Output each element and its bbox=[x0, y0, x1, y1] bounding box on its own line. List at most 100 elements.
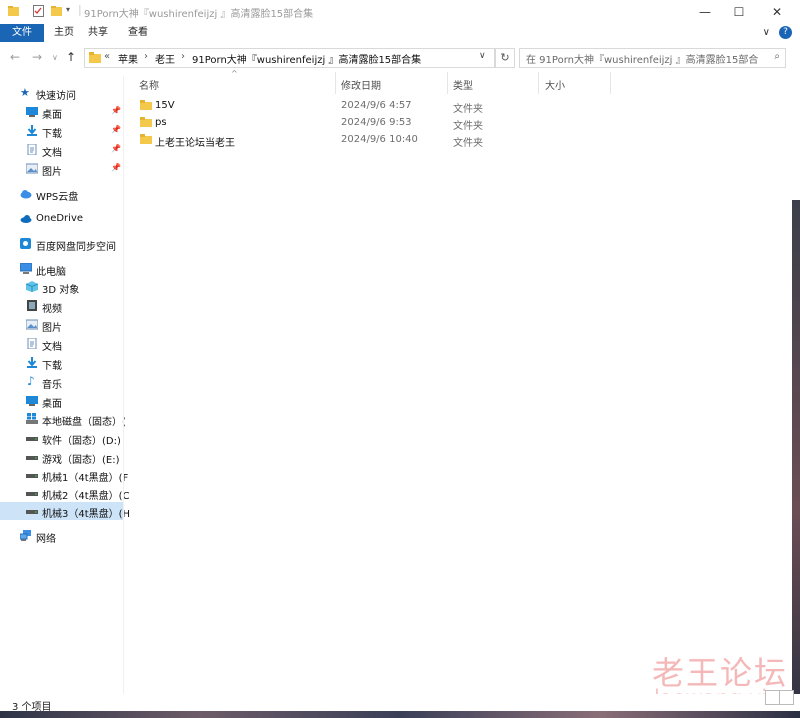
breadcrumb-item[interactable]: 苹果 bbox=[118, 51, 138, 66]
expand-ribbon-icon[interactable]: ∨ bbox=[763, 27, 770, 38]
pin-icon: 📌 bbox=[111, 125, 121, 134]
column-header-size[interactable]: 大小 bbox=[545, 77, 565, 92]
sidebar-item-drive-f[interactable]: 机械1（4t黑盘）(F bbox=[0, 466, 128, 484]
sidebar-item-onedrive[interactable]: OneDrive bbox=[0, 210, 123, 228]
file-row[interactable]: 上老王论坛当老王 2024/9/6 10:40 文件夹 bbox=[134, 131, 534, 149]
sidebar-item-pictures[interactable]: 图片 📌 bbox=[0, 160, 123, 178]
drive-icon bbox=[26, 456, 38, 460]
large-icons-view-button[interactable] bbox=[779, 690, 794, 705]
breadcrumb-overflow[interactable]: « bbox=[104, 51, 110, 62]
download-icon bbox=[27, 125, 37, 136]
sidebar-item-drive-c[interactable]: 本地磁盘（固态）( bbox=[0, 410, 126, 428]
tab-home[interactable]: 主页 bbox=[48, 24, 80, 42]
sidebar-item-label: 下载 bbox=[42, 361, 62, 372]
column-divider[interactable] bbox=[538, 72, 539, 94]
breadcrumb-separator[interactable]: › bbox=[144, 51, 148, 62]
sidebar-item-videos[interactable]: 视频 bbox=[0, 297, 123, 315]
sidebar-item-wps-cloud[interactable]: WPS云盘 bbox=[0, 185, 123, 203]
forward-button[interactable]: → bbox=[32, 50, 42, 64]
breadcrumb-current[interactable]: 91Porn大神『wushirenfeijzj 』高清露脸15部合集 bbox=[192, 51, 462, 66]
back-button[interactable]: ← bbox=[10, 50, 20, 64]
download-icon bbox=[27, 357, 37, 368]
star-icon: ★ bbox=[20, 86, 30, 99]
desktop-background-edge bbox=[792, 200, 800, 718]
document-icon bbox=[27, 338, 37, 349]
column-header-type[interactable]: 类型 bbox=[453, 77, 473, 92]
column-divider[interactable] bbox=[610, 72, 611, 94]
folder-icon bbox=[140, 134, 152, 144]
sidebar-item-baidu-sync[interactable]: 百度网盘同步空间 bbox=[0, 235, 123, 253]
column-header-name[interactable]: 名称 bbox=[139, 77, 159, 92]
file-row[interactable]: ps 2024/9/6 9:53 文件夹 bbox=[134, 114, 534, 132]
drive-icon bbox=[26, 474, 38, 478]
sidebar-item-pc-downloads[interactable]: 下载 bbox=[0, 354, 123, 372]
sidebar-item-drive-d[interactable]: 软件（固态）(D:) bbox=[0, 429, 123, 447]
new-folder-icon[interactable] bbox=[50, 4, 63, 18]
folder-icon bbox=[8, 6, 19, 16]
sidebar-item-pc-desktop[interactable]: 桌面 bbox=[0, 392, 123, 410]
up-button[interactable]: ↑ bbox=[66, 50, 76, 64]
sidebar-item-downloads[interactable]: 下载 📌 bbox=[0, 122, 123, 140]
network-icon bbox=[20, 530, 31, 541]
properties-icon[interactable] bbox=[32, 4, 45, 18]
title-bar: ▾ | 91Porn大神『wushirenfeijzj 』高清露脸15部合集 —… bbox=[0, 0, 800, 24]
sidebar-item-documents[interactable]: 文档 📌 bbox=[0, 141, 123, 159]
sidebar-item-quick-access[interactable]: ★ 快速访问 bbox=[0, 84, 123, 102]
column-divider[interactable] bbox=[335, 72, 336, 94]
column-divider[interactable] bbox=[447, 72, 448, 94]
file-modified: 2024/9/6 10:40 bbox=[341, 134, 418, 145]
details-view-button[interactable] bbox=[765, 690, 780, 705]
onedrive-icon bbox=[20, 215, 32, 223]
drive-icon bbox=[26, 437, 38, 441]
breadcrumb-item[interactable]: 老王 bbox=[155, 51, 175, 66]
pane-divider[interactable] bbox=[123, 76, 124, 696]
maximize-button[interactable]: ☐ bbox=[722, 0, 756, 24]
sidebar-item-drive-e[interactable]: 游戏（固态）(E:) bbox=[0, 448, 123, 466]
drive-icon bbox=[26, 492, 38, 496]
quick-access-toolbar-dropdown[interactable]: ▾ bbox=[66, 5, 70, 14]
ribbon-tabs: 文件 主页 共享 查看 ∨ ? bbox=[0, 24, 800, 43]
sidebar-item-label: 机械3（4t黑盘）(H bbox=[42, 509, 131, 520]
sidebar-item-label: 快速访问 bbox=[36, 91, 76, 102]
sidebar-item-3d-objects[interactable]: 3D 对象 bbox=[0, 278, 123, 296]
recent-locations-dropdown[interactable]: ∨ bbox=[52, 53, 58, 62]
file-modified: 2024/9/6 9:53 bbox=[341, 117, 412, 128]
search-icon[interactable]: ⌕ bbox=[774, 51, 780, 62]
tab-share[interactable]: 共享 bbox=[82, 24, 114, 42]
file-name: ps bbox=[155, 117, 167, 128]
pin-icon: 📌 bbox=[111, 163, 121, 172]
sidebar-item-label: WPS云盘 bbox=[36, 192, 79, 203]
cube-icon bbox=[26, 281, 38, 292]
sidebar-item-label: 下载 bbox=[42, 129, 62, 140]
search-input[interactable]: 在 91Porn大神『wushirenfeijzj 』高清露脸15部合集 中搜索… bbox=[519, 48, 786, 68]
refresh-button[interactable]: ↻ bbox=[495, 48, 515, 68]
minimize-button[interactable]: — bbox=[688, 0, 722, 24]
computer-icon bbox=[20, 263, 32, 274]
tab-view[interactable]: 查看 bbox=[122, 24, 154, 42]
sidebar-item-label: 机械2（4t黑盘）(C bbox=[42, 491, 130, 502]
navigation-bar: ← → ∨ ↑ « 苹果 › 老王 › 91Porn大神『wushirenfei… bbox=[0, 42, 800, 72]
sidebar-item-desktop[interactable]: 桌面 📌 bbox=[0, 103, 123, 121]
sidebar-item-label: 桌面 bbox=[42, 399, 62, 410]
sidebar-item-this-pc[interactable]: 此电脑 bbox=[0, 260, 123, 278]
sidebar-item-pc-documents[interactable]: 文档 bbox=[0, 335, 123, 353]
sidebar-item-drive-g[interactable]: 机械2（4t黑盘）(C bbox=[0, 484, 130, 502]
sidebar-item-pc-pictures[interactable]: 图片 bbox=[0, 316, 123, 334]
breadcrumb-separator[interactable]: › bbox=[181, 51, 185, 62]
close-button[interactable]: ✕ bbox=[760, 0, 794, 24]
help-icon[interactable]: ? bbox=[779, 26, 792, 39]
document-icon bbox=[27, 144, 37, 155]
folder-icon bbox=[140, 117, 152, 127]
sidebar-item-music[interactable]: ♪ 音乐 bbox=[0, 373, 123, 391]
column-header-modified[interactable]: 修改日期 bbox=[341, 77, 381, 92]
address-bar[interactable]: « 苹果 › 老王 › 91Porn大神『wushirenfeijzj 』高清露… bbox=[84, 48, 495, 68]
file-type: 文件夹 bbox=[453, 121, 483, 132]
file-row[interactable]: 15V 2024/9/6 4:57 文件夹 bbox=[134, 97, 534, 115]
window-title: 91Porn大神『wushirenfeijzj 』高清露脸15部合集 bbox=[84, 9, 314, 20]
sidebar-item-network[interactable]: 网络 bbox=[0, 527, 123, 545]
file-modified: 2024/9/6 4:57 bbox=[341, 100, 412, 111]
sidebar-item-label: 桌面 bbox=[42, 110, 62, 121]
sidebar-item-drive-h[interactable]: 机械3（4t黑盘）(H bbox=[0, 502, 130, 520]
tab-file[interactable]: 文件 bbox=[0, 24, 44, 42]
address-history-dropdown[interactable]: ∨ bbox=[479, 51, 486, 61]
